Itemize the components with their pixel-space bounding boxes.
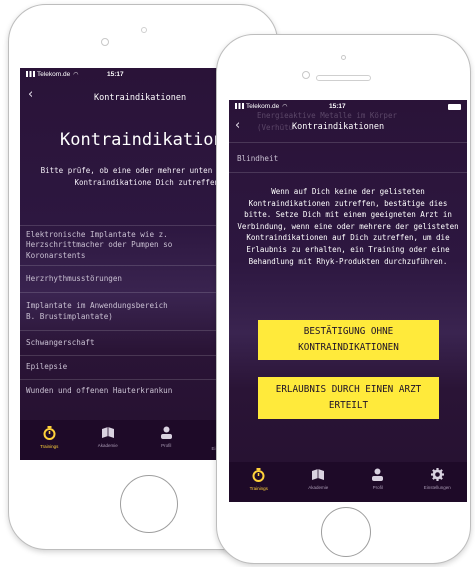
list-item-label: Schwangerschaft xyxy=(26,337,95,347)
signal-icon xyxy=(26,71,35,77)
home-button[interactable] xyxy=(120,475,178,533)
front-screen: Telekom.de ◠ 15:17 Energieaktive Metalle … xyxy=(229,100,467,502)
person-icon xyxy=(160,426,172,439)
doctor-permission-button[interactable]: ERLAUBNIS DURCH EINEN ARZT ERTEILT xyxy=(258,377,439,419)
divider xyxy=(229,142,467,143)
list-item-line: Herzschrittmacher oder Pumpen so xyxy=(26,240,173,250)
scrolled-list-item: (Verhütu xyxy=(257,123,294,132)
back-arrow-icon[interactable]: ‹ xyxy=(235,118,240,133)
wifi-icon: ◠ xyxy=(73,72,79,78)
tab-label: Trainings xyxy=(40,444,59,449)
scrolled-list-item: Energieaktive Metalle im Körper xyxy=(257,111,397,120)
tab-label: Ei xyxy=(211,446,216,451)
tab-profil[interactable]: Profil xyxy=(137,420,196,460)
tab-label: Einstellungen xyxy=(423,485,451,490)
back-arrow-icon[interactable]: ‹ xyxy=(28,87,33,102)
tab-bar: Trainings Akademie Profil Einstellungen xyxy=(229,462,467,502)
carrier-name: Telekom.de xyxy=(37,71,71,78)
tab-trainings[interactable]: Trainings xyxy=(20,420,79,460)
list-item-label: Wunden und offenen Hauterkrankun xyxy=(26,386,173,396)
tab-trainings[interactable]: Trainings xyxy=(229,462,289,502)
tab-akademie[interactable]: Akademie xyxy=(79,420,138,460)
front-camera xyxy=(101,38,109,46)
list-item-line: Elektronische Implantate wie z. xyxy=(26,229,168,239)
speaker-slot xyxy=(141,27,147,33)
nav-bar: (Verhütu ‹ Kontraindikationen xyxy=(229,118,467,137)
clock: 15:17 xyxy=(329,103,346,110)
divider xyxy=(229,172,467,173)
top-sensor xyxy=(341,55,346,60)
battery-icon xyxy=(448,104,461,110)
tab-label: Akademie xyxy=(308,485,329,490)
confirm-no-contraindications-button[interactable]: BESTÄTIGUNG OHNE KONTRAINDIKATIONEN xyxy=(258,320,439,360)
list-item-line: B. Brustimplantate) xyxy=(26,311,113,321)
book-icon xyxy=(312,469,325,480)
signal-icon xyxy=(235,103,244,109)
list-item-label: Herzrhythmusstörungen xyxy=(26,273,123,283)
home-button[interactable] xyxy=(321,507,371,557)
nav-title: Kontraindikationen xyxy=(94,93,187,103)
tab-label: Profil xyxy=(372,485,383,490)
info-text: Wenn auf Dich keine der gelisteten Kontr… xyxy=(237,187,459,266)
front-camera xyxy=(302,71,310,79)
tab-profil[interactable]: Profil xyxy=(348,462,408,502)
tab-label: Akademie xyxy=(97,443,118,448)
stopwatch-icon xyxy=(43,426,56,440)
tab-label: Trainings xyxy=(249,486,268,491)
clock: 15:17 xyxy=(107,71,124,78)
list-item[interactable]: Blindheit xyxy=(237,154,278,163)
stopwatch-icon xyxy=(252,468,265,482)
gear-icon xyxy=(430,468,444,481)
list-item-line: Koronarstents xyxy=(26,250,86,260)
nav-title: Kontraindikationen xyxy=(292,122,385,132)
person-icon xyxy=(372,468,384,481)
tab-einstellungen[interactable]: Einstellungen xyxy=(408,462,468,502)
wifi-icon: ◠ xyxy=(282,104,288,110)
tab-label: Profil xyxy=(161,443,172,448)
list-item-label: Epilepsie xyxy=(26,362,68,372)
carrier-name: Telekom.de xyxy=(246,103,280,110)
list-item-line: Implantate im Anwendungsbereich xyxy=(26,301,168,310)
speaker-slot xyxy=(316,75,371,81)
tab-akademie[interactable]: Akademie xyxy=(289,462,349,502)
book-icon xyxy=(101,427,114,438)
